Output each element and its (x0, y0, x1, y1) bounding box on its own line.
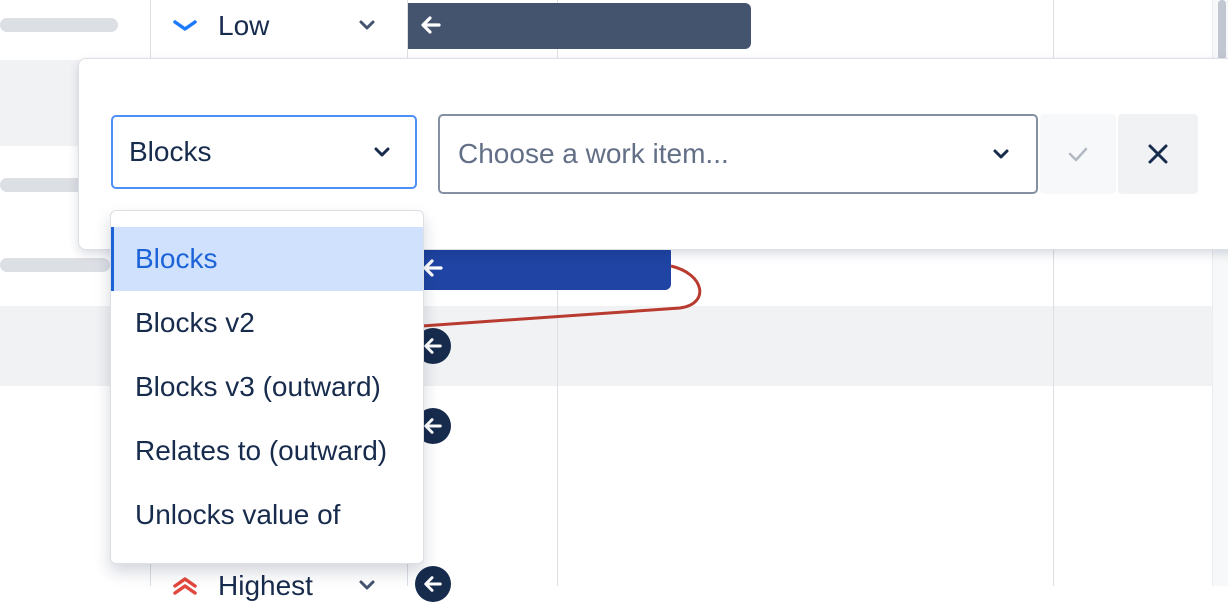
close-icon (1147, 143, 1169, 165)
chevron-down-icon[interactable] (358, 578, 376, 596)
menu-option-label: Blocks v2 (135, 307, 255, 338)
work-item-placeholder: Choose a work item... (458, 138, 729, 169)
arrow-left-icon (423, 336, 443, 356)
scroll-to-item-button[interactable] (415, 566, 451, 602)
menu-option-unlocks-value-of[interactable]: Unlocks value of (111, 483, 423, 547)
link-type-value: Blocks (129, 136, 212, 167)
menu-option-blocks-v2[interactable]: Blocks v2 (111, 291, 423, 355)
confirm-link-button[interactable] (1040, 114, 1116, 194)
link-type-select[interactable]: Blocks (111, 115, 417, 189)
chevron-low-icon (172, 19, 200, 33)
loading-placeholder (0, 178, 90, 192)
menu-option-label: Blocks v3 (outward) (135, 371, 381, 402)
scrollbar-thumb[interactable] (1218, 0, 1226, 60)
arrow-left-icon (423, 574, 443, 594)
arrow-left-icon (423, 416, 443, 436)
timeline-bar[interactable] (408, 3, 751, 49)
check-icon (1067, 145, 1089, 163)
chevron-down-icon (992, 148, 1010, 160)
priority-label: Low (218, 10, 270, 41)
dependency-line (421, 264, 702, 328)
menu-option-blocks[interactable]: Blocks (111, 227, 423, 291)
priority-label: Highest (218, 570, 313, 601)
menu-option-label: Unlocks value of (135, 499, 341, 530)
work-item-select[interactable]: Choose a work item... (438, 114, 1038, 194)
loading-placeholder (0, 18, 118, 32)
priority-cell-low[interactable]: Low (172, 6, 382, 46)
priority-cell-highest[interactable]: Highest (172, 566, 382, 606)
chevron-down-icon[interactable] (358, 18, 376, 36)
arrow-left-icon (420, 14, 442, 41)
menu-option-label: Relates to (outward) (135, 435, 388, 466)
menu-option-label: Blocks (135, 243, 218, 274)
chevron-down-icon (373, 146, 391, 158)
link-type-menu: Blocks Blocks v2 Blocks v3 (outward) Rel… (110, 210, 424, 564)
chevron-highest-icon (172, 576, 200, 596)
menu-option-relates-to-outward[interactable]: Relates to (outward) (111, 419, 423, 483)
menu-option-blocks-v3-outward[interactable]: Blocks v3 (outward) (111, 355, 423, 419)
loading-placeholder (0, 258, 110, 272)
cancel-link-button[interactable] (1118, 114, 1198, 194)
